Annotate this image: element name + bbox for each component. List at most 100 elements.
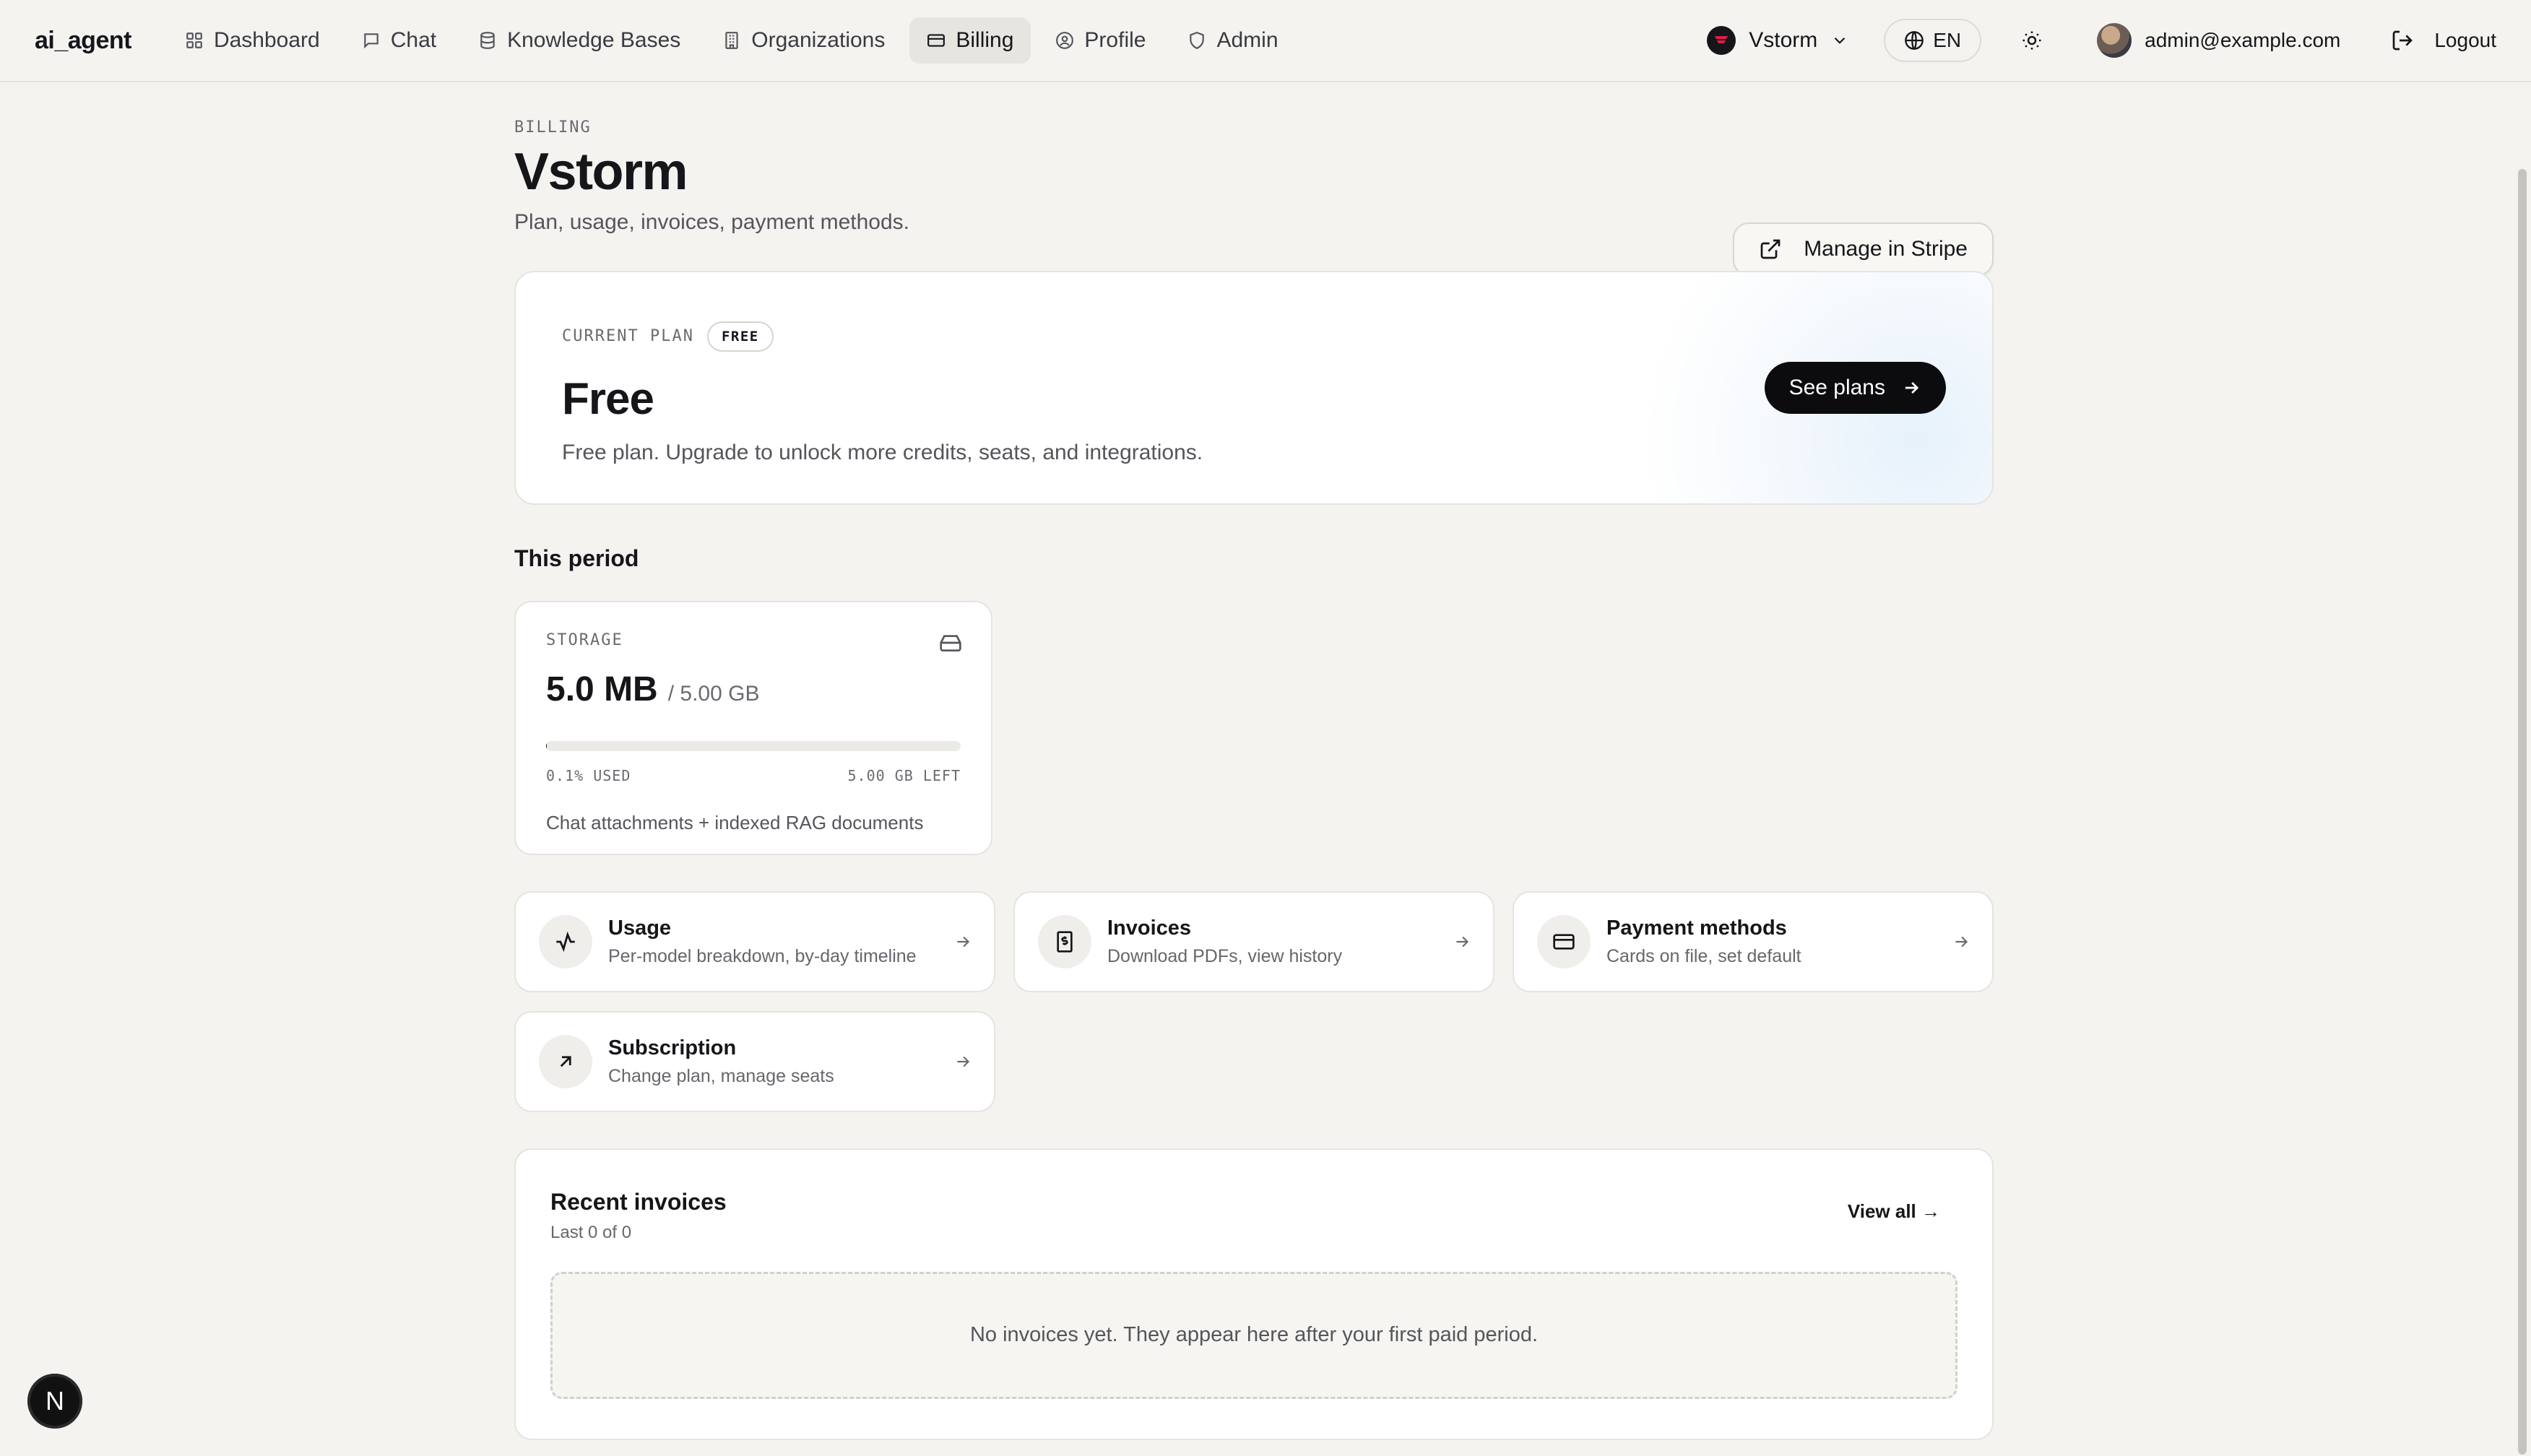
storage-card: STORAGE 5.0 MB / 5.00 GB 0.1% USED 5.00 … bbox=[514, 600, 992, 855]
plan-badge: FREE bbox=[706, 321, 774, 352]
chevron-down-icon bbox=[1830, 31, 1849, 50]
plan-eyebrow-row: CURRENT PLAN FREE bbox=[562, 321, 1946, 352]
language-button[interactable]: EN bbox=[1884, 19, 1982, 62]
main-content: BILLING Vstorm Plan, usage, invoices, pa… bbox=[514, 82, 1994, 1440]
payment-methods-card-subtitle: Cards on file, set default bbox=[1606, 945, 1801, 966]
subscription-card-title: Subscription bbox=[608, 1036, 737, 1060]
billing-nav-grid: Usage Per-model breakdown, by-day timeli… bbox=[514, 890, 1994, 1112]
arrow-right-icon bbox=[1453, 932, 1471, 951]
storage-value: 5.0 MB / 5.00 GB bbox=[546, 670, 961, 709]
invoices-card[interactable]: Invoices Download PDFs, view history bbox=[1013, 890, 1494, 992]
recent-invoices-card: Recent invoices Last 0 of 0 View all → N… bbox=[514, 1148, 1994, 1440]
storage-progress-labels: 0.1% USED 5.00 GB LEFT bbox=[546, 767, 961, 784]
credit-card-icon bbox=[1537, 914, 1591, 968]
nav-link-billing[interactable]: Billing bbox=[909, 17, 1031, 64]
nav-link-organizations[interactable]: Organizations bbox=[705, 17, 902, 64]
view-all-invoices-link[interactable]: View all → bbox=[1848, 1200, 1940, 1223]
logout-icon bbox=[2391, 29, 2414, 52]
section-heading-this-period: This period bbox=[514, 545, 639, 571]
manage-in-stripe-label: Manage in Stripe bbox=[1804, 237, 1968, 261]
nav-link-profile[interactable]: Profile bbox=[1038, 17, 1163, 64]
usage-card[interactable]: Usage Per-model breakdown, by-day timeli… bbox=[514, 890, 995, 992]
credit-card-icon bbox=[927, 31, 946, 50]
subscription-card-text: Subscription Change plan, manage seats bbox=[608, 1036, 834, 1087]
usage-card-subtitle: Per-model breakdown, by-day timeline bbox=[608, 945, 917, 966]
invoices-card-text: Invoices Download PDFs, view history bbox=[1107, 916, 1342, 967]
nav-link-dashboard[interactable]: Dashboard bbox=[168, 17, 337, 64]
external-link-icon bbox=[1759, 238, 1782, 261]
plan-description: Free plan. Upgrade to unlock more credit… bbox=[562, 440, 1203, 464]
payment-methods-card-text: Payment methods Cards on file, set defau… bbox=[1606, 916, 1801, 967]
storage-left-label: 5.00 GB LEFT bbox=[847, 766, 961, 784]
grid-icon bbox=[185, 31, 204, 50]
page-title: Vstorm bbox=[514, 143, 688, 201]
arrow-right-icon bbox=[1901, 378, 1921, 398]
nav-right: Vstorm EN admin@example.com Logout bbox=[1707, 19, 2496, 62]
payment-methods-card[interactable]: Payment methods Cards on file, set defau… bbox=[1513, 890, 1994, 992]
receipt-icon bbox=[1038, 914, 1091, 968]
page-eyebrow: BILLING bbox=[514, 118, 592, 136]
arrow-right-icon bbox=[953, 932, 972, 951]
nav-link-label: Billing bbox=[956, 28, 1014, 52]
avatar bbox=[2097, 23, 2132, 58]
page-header: BILLING Vstorm Plan, usage, invoices, pa… bbox=[514, 118, 1994, 276]
user-email: admin@example.com bbox=[2145, 29, 2341, 51]
page-scrollbar[interactable] bbox=[2514, 82, 2531, 1456]
subscription-card-subtitle: Change plan, manage seats bbox=[608, 1065, 834, 1086]
nav-link-label: Organizations bbox=[751, 28, 886, 52]
nav-link-chat[interactable]: Chat bbox=[345, 17, 454, 64]
org-logo-icon bbox=[1707, 26, 1736, 55]
nav-link-label: Admin bbox=[1216, 28, 1279, 52]
storage-note: Chat attachments + indexed RAG documents bbox=[546, 811, 924, 833]
recent-invoices-title: Recent invoices bbox=[550, 1188, 727, 1215]
org-name: Vstorm bbox=[1749, 28, 1818, 52]
arrow-right-icon bbox=[953, 1052, 972, 1071]
manage-in-stripe-button[interactable]: Manage in Stripe bbox=[1733, 222, 1994, 276]
nav-link-knowledge-bases[interactable]: Knowledge Bases bbox=[461, 17, 698, 64]
hard-drive-icon bbox=[939, 631, 962, 654]
see-plans-button[interactable]: See plans bbox=[1764, 361, 1946, 414]
arrow-up-right-icon bbox=[539, 1034, 592, 1088]
invoices-empty-state: No invoices yet. They appear here after … bbox=[550, 1271, 1957, 1399]
nav-link-label: Profile bbox=[1084, 28, 1146, 52]
user-circle-icon bbox=[1055, 31, 1074, 50]
usage-card-text: Usage Per-model breakdown, by-day timeli… bbox=[608, 916, 917, 967]
nav-link-label: Knowledge Bases bbox=[507, 28, 681, 52]
nav-link-label: Dashboard bbox=[213, 28, 320, 52]
storage-used-label: 0.1% USED bbox=[546, 766, 631, 784]
message-icon bbox=[362, 31, 381, 50]
storage-progress-fill bbox=[546, 740, 547, 751]
database-icon bbox=[478, 31, 497, 50]
arrow-right-icon bbox=[1952, 932, 1970, 951]
storage-progress-bar bbox=[546, 740, 961, 751]
storage-capacity: / 5.00 GB bbox=[667, 681, 760, 706]
language-label: EN bbox=[1933, 29, 1962, 51]
plan-eyebrow: CURRENT PLAN bbox=[562, 327, 694, 346]
invoices-card-subtitle: Download PDFs, view history bbox=[1107, 945, 1343, 966]
top-nav: ai_agent Dashboard Chat Knowledge Bases … bbox=[0, 0, 2531, 82]
storage-used: 5.0 MB bbox=[546, 670, 658, 708]
recent-invoices-subtitle: Last 0 of 0 bbox=[550, 1222, 632, 1242]
theme-toggle-button[interactable] bbox=[2010, 19, 2054, 62]
brand-logo[interactable]: ai_agent bbox=[35, 27, 131, 55]
usage-card-title: Usage bbox=[608, 916, 672, 940]
building-icon bbox=[722, 31, 741, 50]
plan-name: Free bbox=[562, 373, 654, 424]
scrollbar-thumb[interactable] bbox=[2518, 169, 2527, 1455]
storage-label: STORAGE bbox=[546, 630, 623, 649]
shield-icon bbox=[1187, 31, 1206, 50]
nav-link-admin[interactable]: Admin bbox=[1170, 17, 1295, 64]
user-menu[interactable]: admin@example.com bbox=[2097, 23, 2340, 58]
logout-button[interactable]: Logout bbox=[2391, 29, 2496, 52]
payment-methods-card-title: Payment methods bbox=[1606, 916, 1787, 940]
invoices-card-title: Invoices bbox=[1107, 916, 1192, 940]
current-plan-card: CURRENT PLAN FREE Free Free plan. Upgrad… bbox=[514, 270, 1994, 505]
nav-link-label: Chat bbox=[390, 28, 437, 52]
logout-label: Logout bbox=[2434, 29, 2496, 51]
sun-icon bbox=[2021, 30, 2043, 51]
nextjs-dev-badge[interactable]: N bbox=[27, 1374, 82, 1429]
activity-icon bbox=[539, 914, 592, 968]
nav-links: Dashboard Chat Knowledge Bases Organizat… bbox=[168, 17, 1296, 64]
org-switcher[interactable]: Vstorm bbox=[1707, 26, 1849, 55]
subscription-card[interactable]: Subscription Change plan, manage seats bbox=[514, 1010, 995, 1112]
